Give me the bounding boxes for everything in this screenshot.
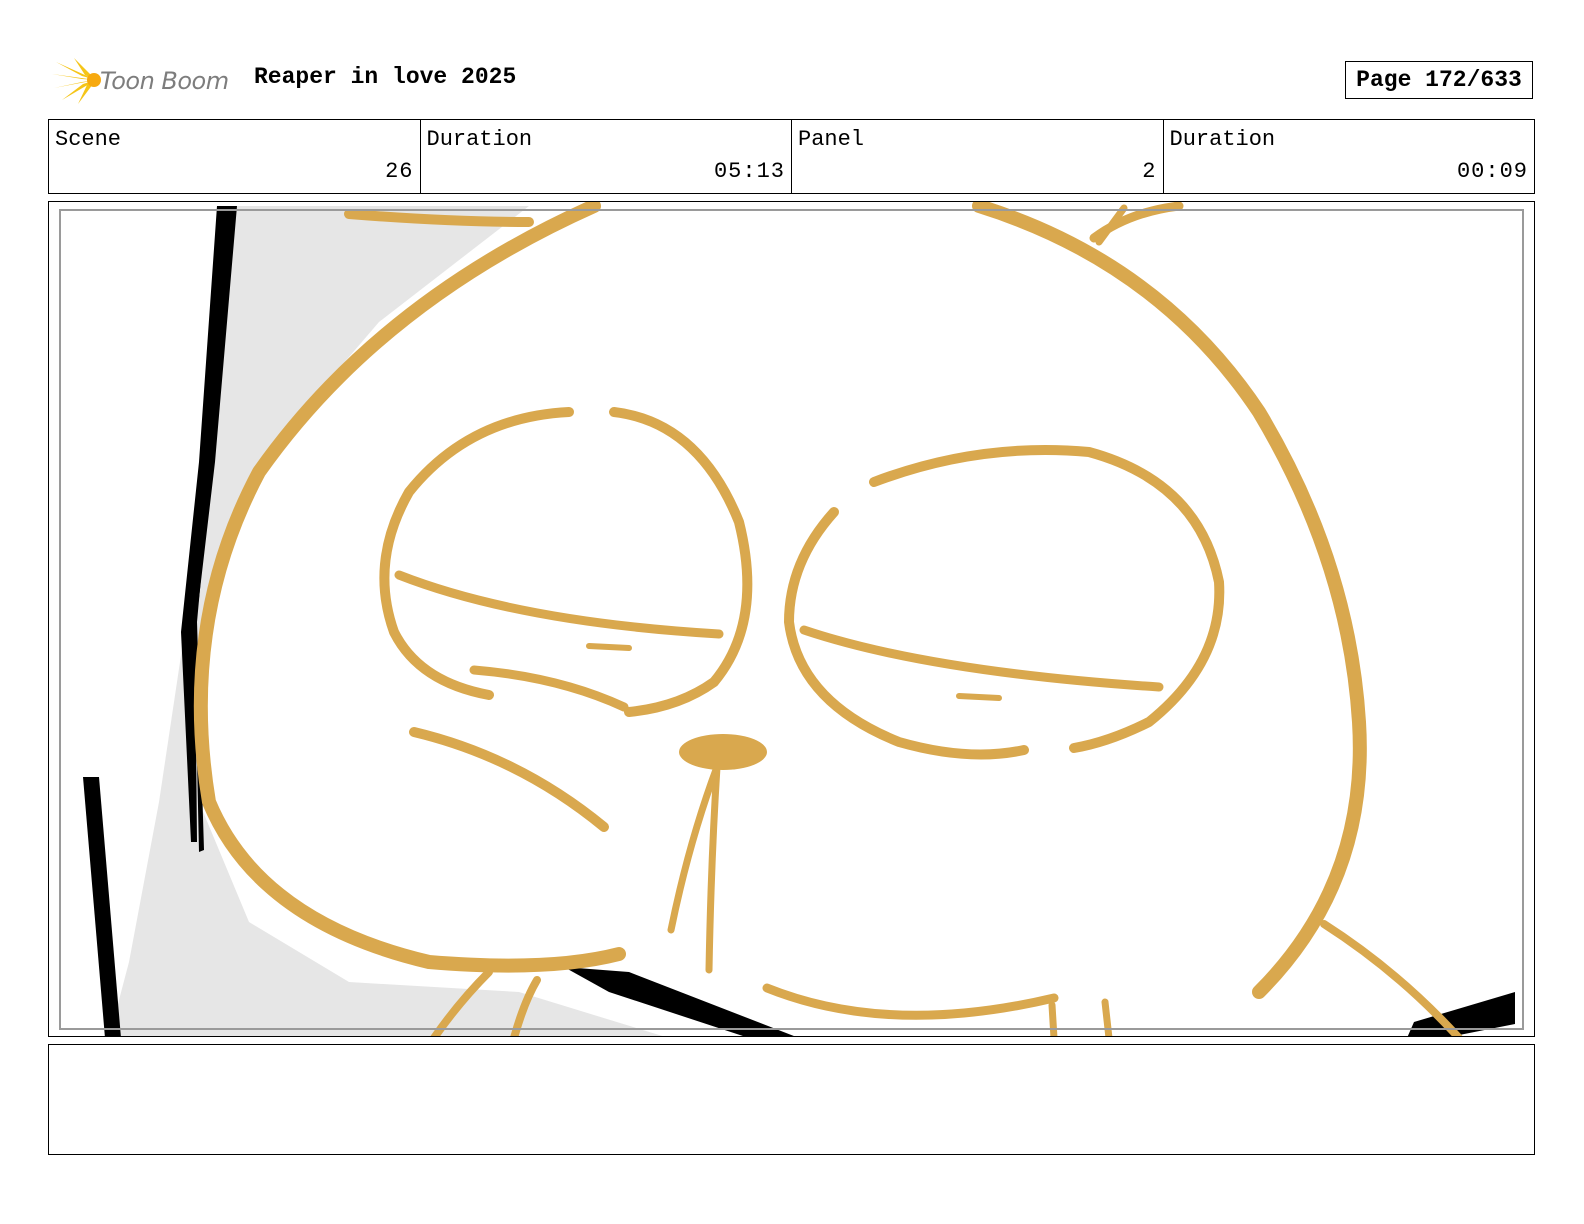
panel-value: 2 [1142,159,1157,184]
panel-duration-value: 00:09 [1456,159,1528,184]
left-eye-lower [469,665,629,712]
project-title: Reaper in love 2025 [254,64,517,90]
left-eye-right [609,407,753,717]
scene-duration-cell: Duration 05:13 [421,120,792,193]
panel-drawing [83,202,1515,1036]
bottom-stroke-mid-2 [1101,998,1113,1036]
chin-curve [762,983,1059,1020]
head-outline-right [972,202,1367,999]
nose [679,734,767,770]
logo-text: Toon Boom [100,67,229,95]
left-eye-lid [394,570,724,639]
toon-boom-logo: Toon Boom [52,56,242,106]
panel-duration-cell: Duration 00:09 [1164,120,1535,193]
right-eye-lid [799,625,1164,692]
scene-label: Scene [55,127,122,152]
bottom-stroke-mid [1048,1001,1058,1036]
storyboard-panel-image [48,201,1535,1037]
scene-duration-label: Duration [426,127,533,152]
scene-info-table: Scene 26 Duration 05:13 Panel 2 Duration… [48,119,1535,194]
scene-duration-value: 05:13 [713,159,785,184]
left-eye-mark [586,643,632,651]
scene-cell: Scene 26 [49,120,421,193]
scene-value: 26 [385,159,414,184]
panel-notes-box[interactable] [48,1044,1535,1155]
left-eye-top [379,407,574,700]
mouth-line-right [705,763,721,974]
panel-label: Panel [798,127,865,152]
page-indicator: Page 172/633 [1345,61,1533,99]
right-eye-top [869,445,1225,753]
panel-cell: Panel 2 [792,120,1164,193]
right-eye-mark [956,693,1002,701]
cheek-mark [409,727,609,832]
starburst-icon [52,58,101,104]
bottom-stroke-right [1320,920,1463,1036]
panel-duration-label: Duration [1169,127,1276,152]
ink-stroke-bottom-left [83,777,121,1036]
